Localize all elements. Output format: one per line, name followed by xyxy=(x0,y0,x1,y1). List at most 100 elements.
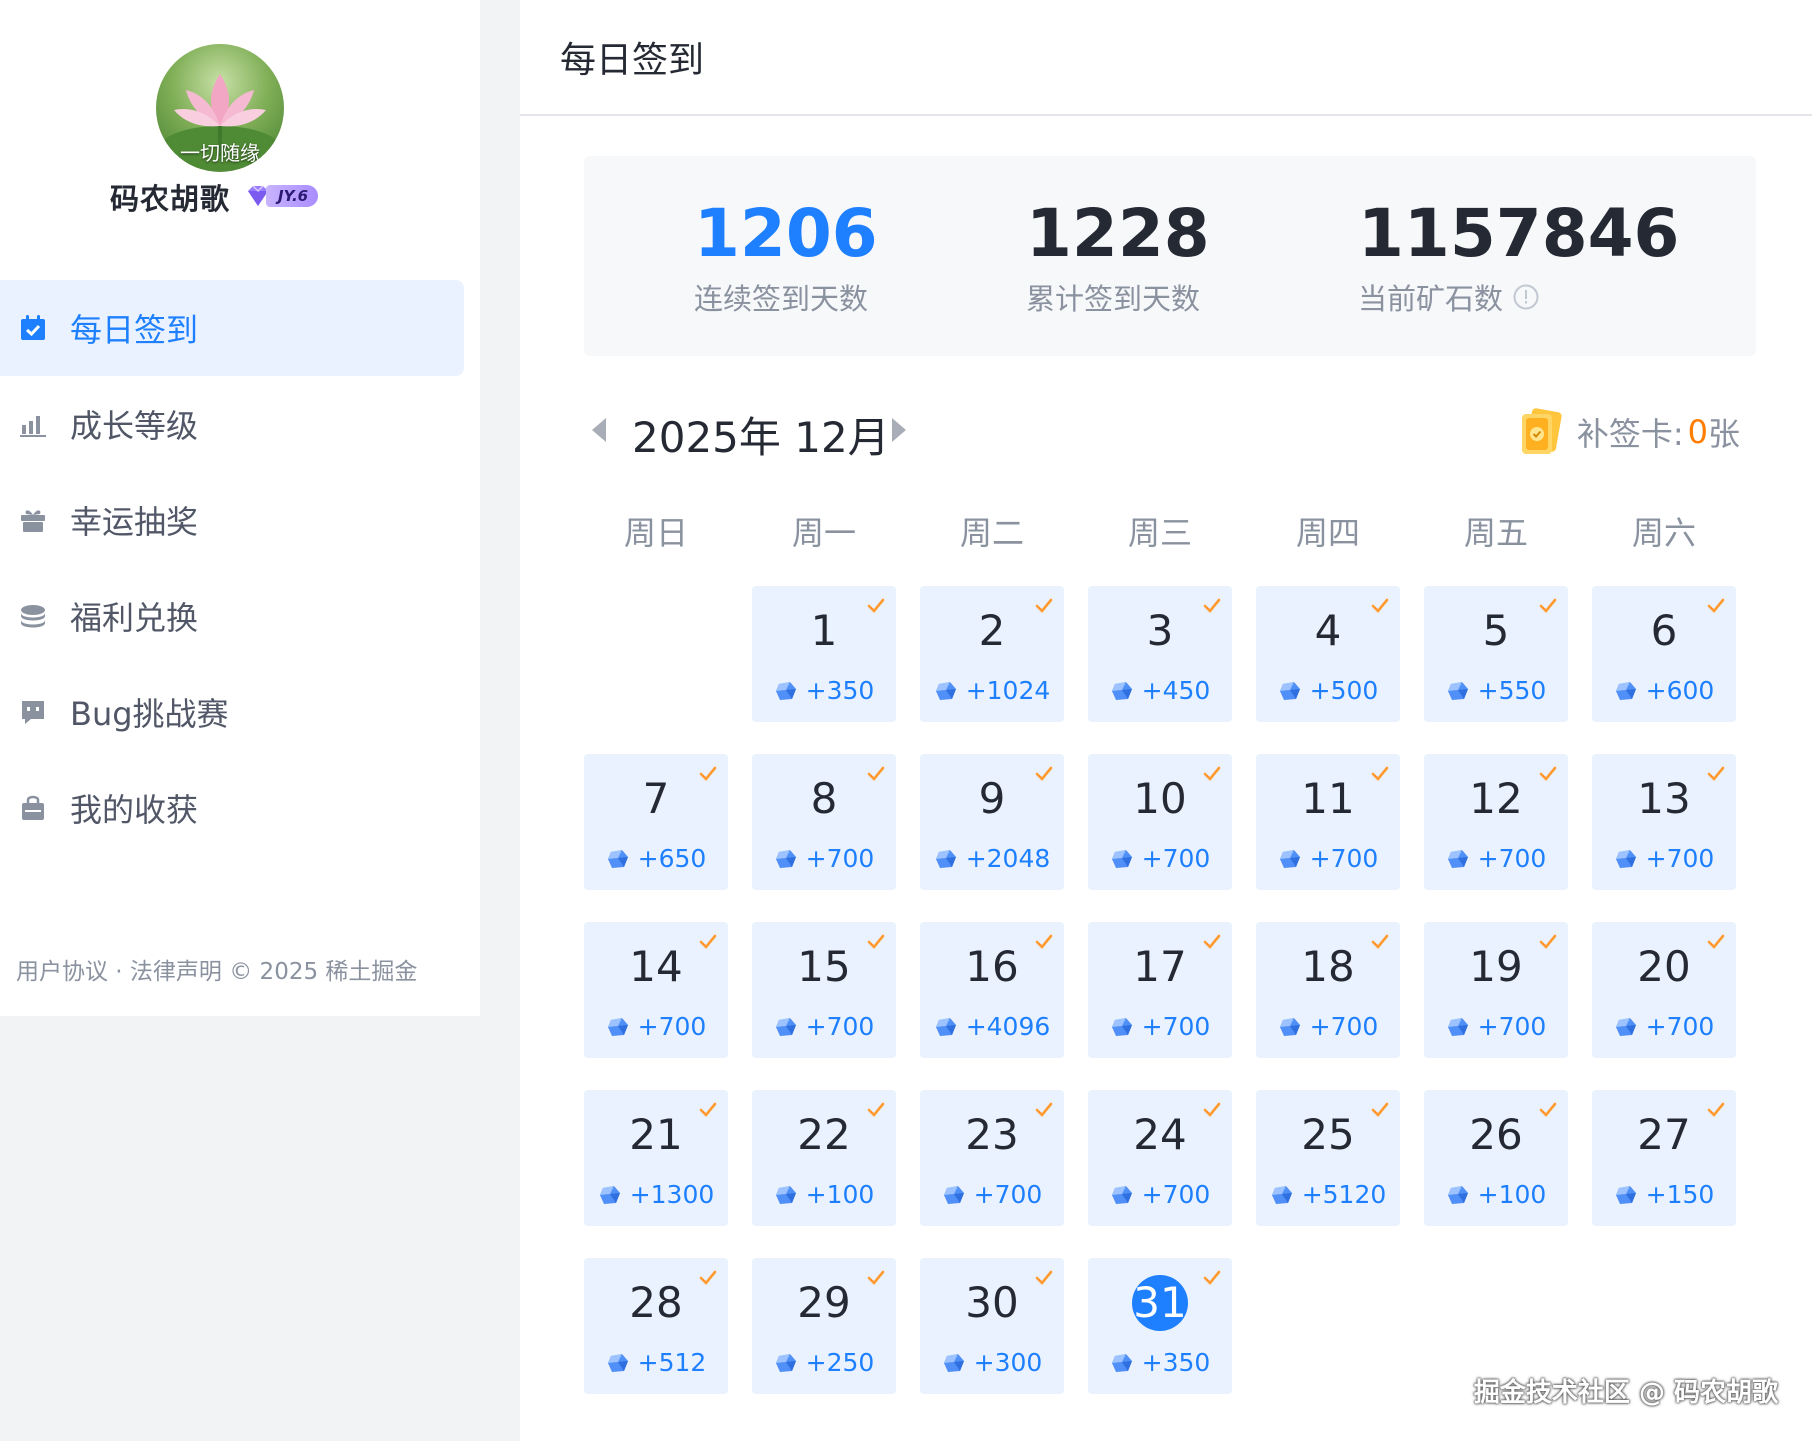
day-reward: +700 xyxy=(1592,844,1736,873)
weekday-label: 周六 xyxy=(1631,514,1696,552)
day-reward: +512 xyxy=(584,1348,728,1377)
level-badge[interactable]: JY.6 xyxy=(244,182,319,210)
reward-amount: +350 xyxy=(805,676,875,705)
ore-icon xyxy=(775,1017,796,1036)
calendar-day-cell[interactable]: 11 +700 xyxy=(1256,754,1400,890)
day-number: 7 xyxy=(642,774,670,823)
day-number: 6 xyxy=(1650,606,1678,655)
day-reward: +4096 xyxy=(920,1012,1064,1041)
calendar-day-cell[interactable]: 1 +350 xyxy=(752,586,896,722)
day-number: 2 xyxy=(978,606,1006,655)
ore-icon xyxy=(599,1185,620,1204)
calendar-day-cell[interactable]: 14 +700 xyxy=(584,922,728,1058)
calendar-day-cell[interactable]: 18 +700 xyxy=(1256,922,1400,1058)
calendar-day-cell[interactable]: 15 +700 xyxy=(752,922,896,1058)
total-value: 1228 xyxy=(1026,195,1210,272)
avatar[interactable]: 一切随缘 xyxy=(156,44,284,172)
ore-icon xyxy=(1447,1017,1468,1036)
coins-icon xyxy=(18,601,48,631)
calendar-day-cell[interactable]: 7 +650 xyxy=(584,754,728,890)
calendar-day-cell[interactable]: 23 +700 xyxy=(920,1090,1064,1226)
calendar-day-cell[interactable]: 21 +1300 xyxy=(584,1090,728,1226)
username[interactable]: 码农胡歌 xyxy=(110,176,230,218)
streak-value: 1206 xyxy=(694,195,878,272)
sidebar-item-daily-checkin[interactable]: 每日签到 xyxy=(0,280,464,376)
ore-icon xyxy=(775,681,796,700)
ore-label: 当前矿石数 xyxy=(1358,282,1504,316)
reward-amount: +2048 xyxy=(965,844,1051,873)
weekday-label: 周日 xyxy=(623,514,688,552)
day-reward: +700 xyxy=(1424,1012,1568,1041)
reward-amount: +100 xyxy=(1477,1180,1547,1209)
calendar-day-cell[interactable]: 25 +5120 xyxy=(1256,1090,1400,1226)
day-number: 4 xyxy=(1314,606,1342,655)
calendar-day-cell[interactable]: 24 +700 xyxy=(1088,1090,1232,1226)
calendar-day-cell[interactable]: 16 +4096 xyxy=(920,922,1064,1058)
day-reward: +700 xyxy=(1256,844,1400,873)
ore-icon xyxy=(935,1017,956,1036)
sidebar-item-label: 每日签到 xyxy=(70,311,199,349)
calendar-day-cell[interactable]: 20 +700 xyxy=(1592,922,1736,1058)
day-number: 18 xyxy=(1301,942,1355,991)
reward-amount: +700 xyxy=(1141,1180,1211,1209)
calendar-day-cell[interactable]: 26 +100 xyxy=(1424,1090,1568,1226)
calendar-day-cell[interactable]: 12 +700 xyxy=(1424,754,1568,890)
footer-links[interactable]: 用户协议 · 法律声明 © 2025 稀土掘金 xyxy=(16,952,417,986)
ore-icon xyxy=(1279,681,1300,700)
day-reward: +700 xyxy=(1592,1012,1736,1041)
reward-amount: +4096 xyxy=(965,1012,1051,1041)
calendar-grid: 1 +350 2 +1024 3 +450 4 +500 5 +550 6 +600 7 +650 8 +70… xyxy=(584,586,1764,1406)
day-number: 5 xyxy=(1482,606,1510,655)
prev-month-button[interactable] xyxy=(592,418,606,442)
sidebar-item-lucky-draw[interactable]: 幸运抽奖 xyxy=(0,472,464,568)
day-number: 17 xyxy=(1133,942,1187,991)
weekday-label: 周一 xyxy=(791,514,856,552)
calendar-day-cell[interactable]: 5 +550 xyxy=(1424,586,1568,722)
day-number: 25 xyxy=(1301,1110,1355,1159)
sidebar-item-welfare-exchange[interactable]: 福利兑换 xyxy=(0,568,464,664)
reward-amount: +700 xyxy=(805,844,875,873)
next-month-button[interactable] xyxy=(892,418,906,442)
calendar-day-cell[interactable]: 30 +300 xyxy=(920,1258,1064,1394)
ore-icon xyxy=(1111,849,1132,868)
day-number: 24 xyxy=(1133,1110,1187,1159)
main-header: 每日签到 xyxy=(520,0,1812,116)
day-reward: +5120 xyxy=(1256,1180,1400,1209)
day-reward: +350 xyxy=(752,676,896,705)
ore-icon xyxy=(607,1017,628,1036)
page-title: 每日签到 xyxy=(560,40,705,81)
calendar-day-cell[interactable]: 2 +1024 xyxy=(920,586,1064,722)
day-reward: +300 xyxy=(920,1348,1064,1377)
makeup-unit: 张 xyxy=(1707,415,1740,453)
sidebar-item-label: Bug挑战赛 xyxy=(70,695,229,733)
calendar-day-cell[interactable]: 27 +150 xyxy=(1592,1090,1736,1226)
sidebar-item-label: 幸运抽奖 xyxy=(70,503,199,541)
reward-amount: +350 xyxy=(1141,1348,1211,1377)
calendar-day-cell[interactable]: 31 +350 xyxy=(1088,1258,1232,1394)
day-reward: +2048 xyxy=(920,844,1064,873)
makeup-card-icon xyxy=(1521,408,1562,454)
calendar-day-cell[interactable]: 10 +700 xyxy=(1088,754,1232,890)
weekday-label: 周五 xyxy=(1463,514,1528,552)
day-reward: +700 xyxy=(584,1012,728,1041)
sidebar-item-growth-level[interactable]: 成长等级 xyxy=(0,376,464,472)
calendar-day-cell[interactable]: 4 +500 xyxy=(1256,586,1400,722)
ore-icon xyxy=(607,1353,628,1372)
sidebar-item-my-harvest[interactable]: 我的收获 xyxy=(0,760,464,856)
calendar-day-cell[interactable]: 17 +700 xyxy=(1088,922,1232,1058)
calendar-day-cell[interactable]: 19 +700 xyxy=(1424,922,1568,1058)
day-number: 11 xyxy=(1301,774,1355,823)
makeup-label: 补签卡: xyxy=(1576,415,1684,453)
day-number: 23 xyxy=(965,1110,1019,1159)
calendar-day-cell[interactable]: 3 +450 xyxy=(1088,586,1232,722)
calendar-day-cell[interactable]: 28 +512 xyxy=(584,1258,728,1394)
info-icon[interactable] xyxy=(1513,284,1539,310)
calendar-day-cell[interactable]: 22 +100 xyxy=(752,1090,896,1226)
calendar-day-cell[interactable]: 13 +700 xyxy=(1592,754,1736,890)
calendar-day-cell[interactable]: 8 +700 xyxy=(752,754,896,890)
calendar-day-cell[interactable]: 9 +2048 xyxy=(920,754,1064,890)
calendar-day-cell[interactable]: 29 +250 xyxy=(752,1258,896,1394)
calendar-day-cell[interactable]: 6 +600 xyxy=(1592,586,1736,722)
sidebar-item-bug-challenge[interactable]: Bug挑战赛 xyxy=(0,664,464,760)
makeup-card-info[interactable]: 补签卡: 0 张 xyxy=(1519,408,1740,456)
